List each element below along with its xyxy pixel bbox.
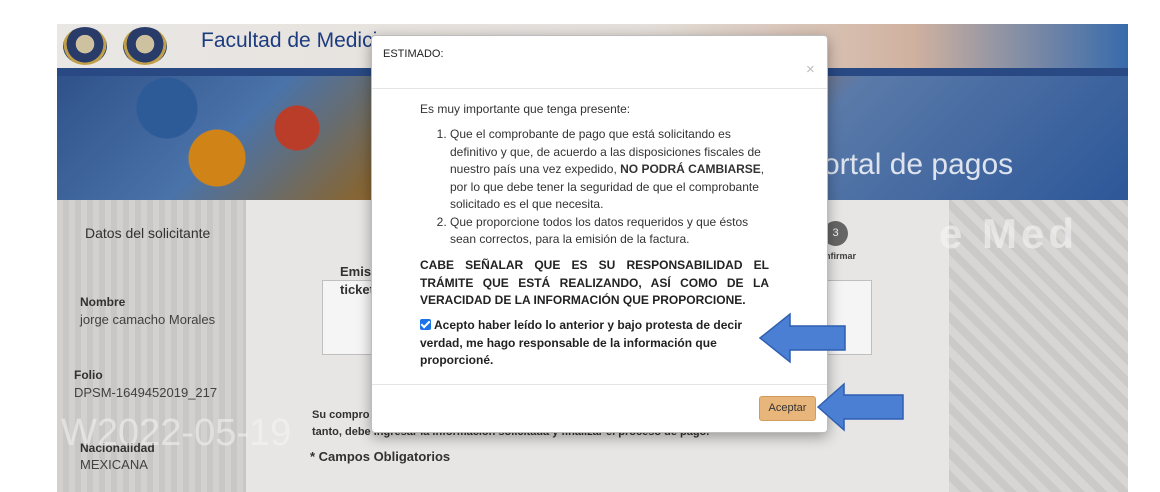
responsibility-warning: CABE SEÑALAR QUE ES SU RESPONSABILIDAD E… xyxy=(420,258,769,307)
notice-modal: ESTIMADO: × Es muy importante que tenga … xyxy=(371,35,828,433)
acknowledgement-row[interactable]: Acepto haber leído lo anterior y bajo pr… xyxy=(420,317,760,370)
modal-footer-divider xyxy=(372,384,827,385)
arrow-pointer-checkbox-icon xyxy=(758,312,846,364)
notice-item-1: Que el comprobante de pago que está soli… xyxy=(450,126,769,214)
acknowledgement-text: Acepto haber leído lo anterior y bajo pr… xyxy=(420,318,743,367)
notice-item-1-bold: NO PODRÁ CAMBIARSE xyxy=(620,162,761,176)
close-icon[interactable]: × xyxy=(806,61,815,78)
accept-button[interactable]: Aceptar xyxy=(759,396,816,421)
modal-title: ESTIMADO: xyxy=(383,48,444,60)
modal-intro: Es muy importante que tenga presente: xyxy=(420,102,631,116)
modal-header-divider xyxy=(372,88,827,89)
arrow-pointer-accept-icon xyxy=(816,382,904,432)
acknowledgement-checkbox[interactable] xyxy=(420,319,431,330)
notice-list: Que el comprobante de pago que está soli… xyxy=(434,126,769,249)
notice-item-2: Que proporcione todos los datos requerid… xyxy=(450,214,769,249)
